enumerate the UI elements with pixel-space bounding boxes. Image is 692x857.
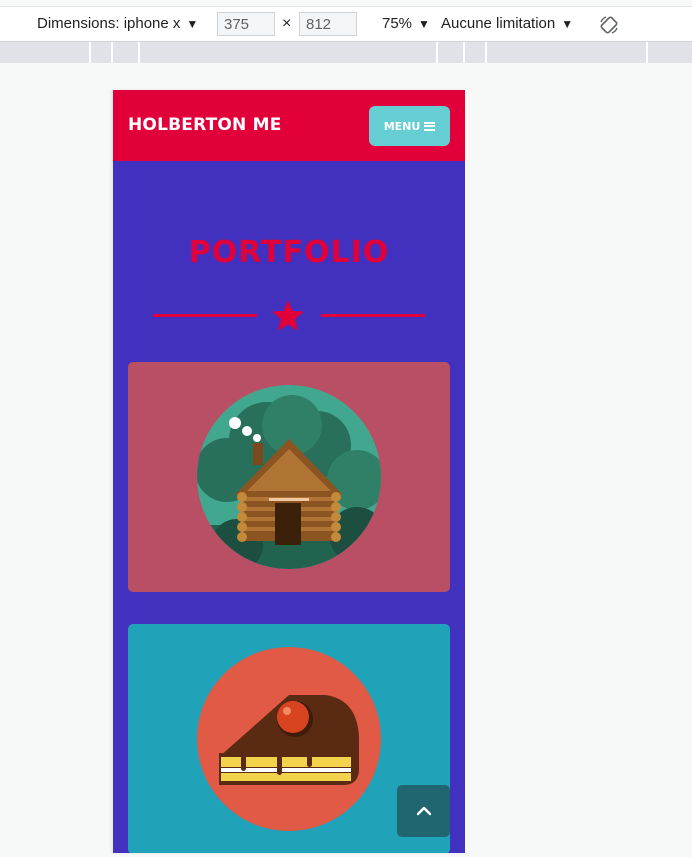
portfolio-card-cabin[interactable] (128, 362, 450, 592)
caret-down-icon: ▼ (418, 17, 430, 31)
hamburger-icon (424, 121, 436, 131)
divider-line-left (153, 314, 257, 317)
menu-label: MENU (383, 119, 421, 133)
divider-line-right (321, 314, 425, 317)
ruler-tick (646, 42, 648, 63)
ruler-tick (89, 42, 91, 63)
ruler-tick (485, 42, 487, 63)
scroll-to-top-button[interactable] (397, 785, 450, 837)
zoom-selector[interactable]: 75% ▼ (382, 7, 430, 41)
times-symbol: × (282, 15, 292, 32)
ruler-tick (138, 42, 140, 63)
media-query-ruler (0, 42, 692, 63)
throttle-selector[interactable]: Aucune limitation ▼ (441, 7, 573, 41)
device-selector[interactable]: Dimensions: iphone x ▼ (37, 7, 198, 41)
ruler-tick (463, 42, 465, 63)
device-viewport: HOLBERTON ME MENU PORTFOLIO (113, 90, 465, 853)
cake-slice-illustration (197, 647, 381, 831)
caret-down-icon: ▼ (186, 17, 199, 31)
site-header: HOLBERTON ME MENU (113, 90, 465, 161)
chevron-up-icon (416, 806, 431, 816)
device-label: Dimensions: iphone x (37, 15, 181, 32)
devtools-toolbar: Dimensions: iphone x ▼ 375 × 812 75% ▼ Auc… (0, 6, 692, 42)
star-icon (272, 300, 304, 331)
throttle-label: Aucune limitation (441, 15, 556, 32)
site-brand[interactable]: HOLBERTON ME (128, 90, 282, 161)
ruler-tick (111, 42, 113, 63)
zoom-label: 75% (382, 15, 413, 32)
height-input[interactable]: 812 (299, 12, 357, 36)
menu-button[interactable]: MENU (369, 106, 450, 146)
width-input[interactable]: 375 (217, 12, 275, 36)
log-cabin-illustration (197, 385, 381, 569)
rotate-icon[interactable] (598, 14, 620, 36)
section-title: PORTFOLIO (188, 235, 390, 270)
caret-down-icon: ▼ (561, 17, 574, 31)
ruler-tick (436, 42, 438, 63)
